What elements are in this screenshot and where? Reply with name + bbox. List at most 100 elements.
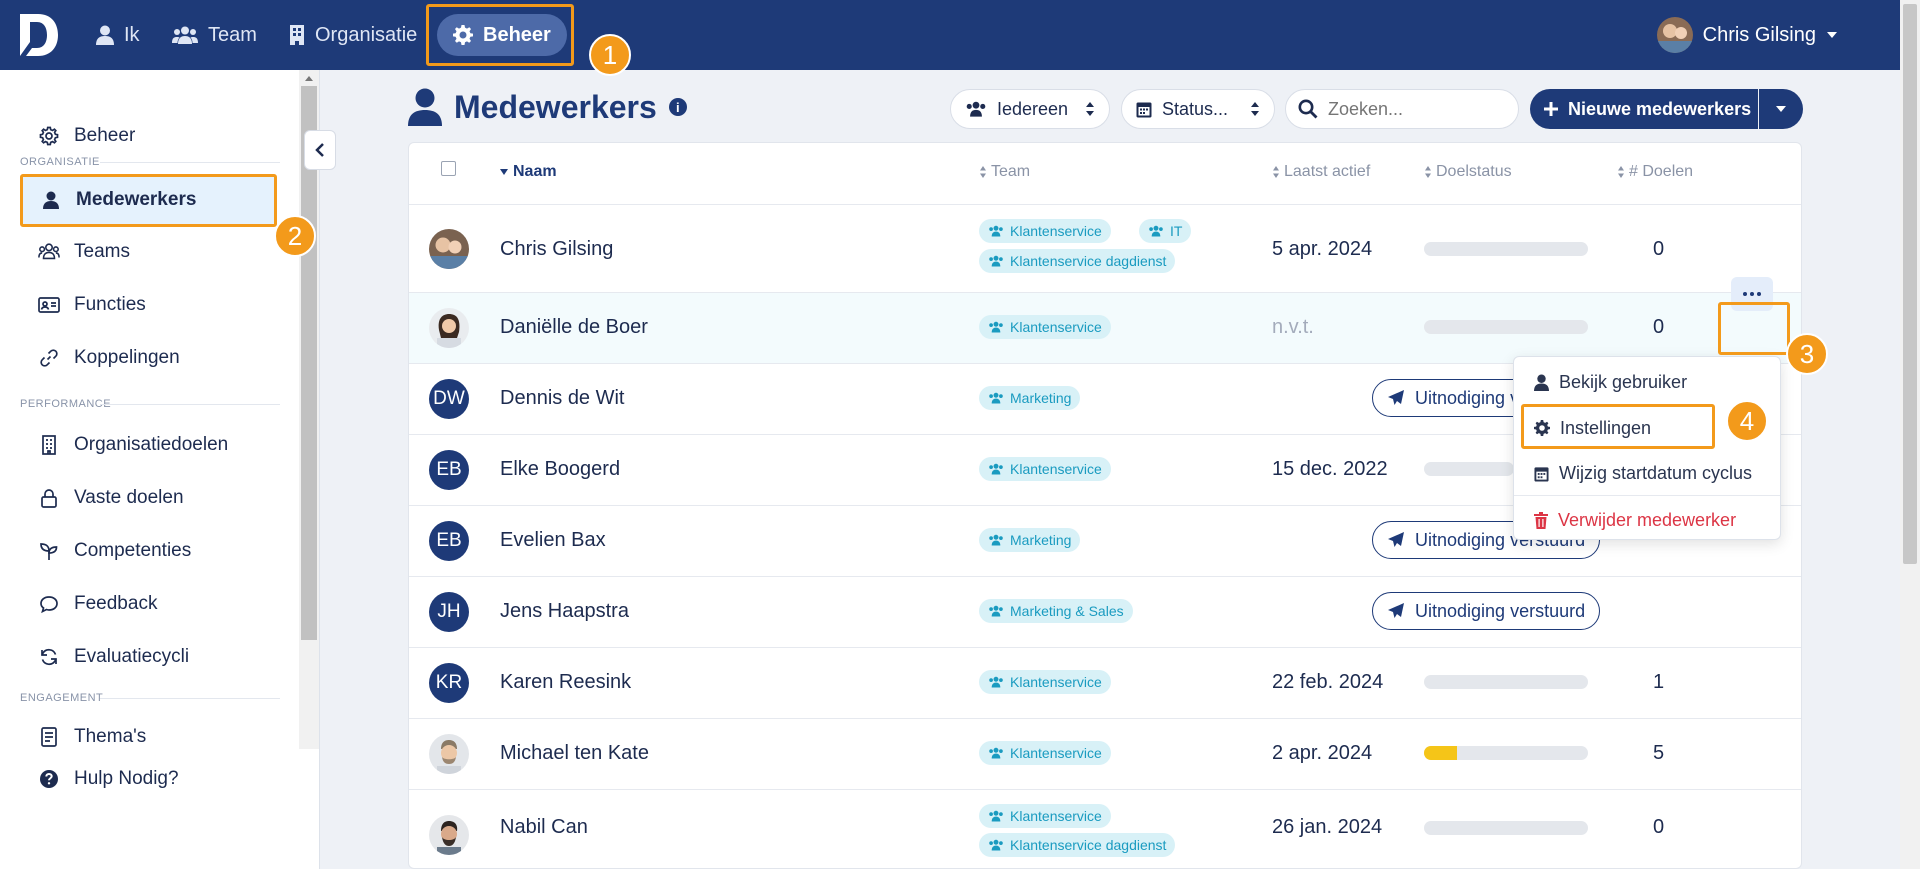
team-tag[interactable]: Klantenservice xyxy=(979,219,1111,243)
team-tag-label: Klantenservice dagdienst xyxy=(1010,253,1167,269)
avatar xyxy=(429,308,469,348)
help-link[interactable]: Hulp Nodig? xyxy=(38,759,179,799)
sidebar-item-evaluatiecycli[interactable]: Evaluatiecycli xyxy=(38,637,189,677)
column-header-team-label: Team xyxy=(991,163,1031,180)
nav-organisatie[interactable]: Organisatie xyxy=(277,14,429,56)
table-row[interactable]: JH Jens Haapstra Marketing & Sales Uitno… xyxy=(409,577,1801,648)
invitation-sent-button[interactable]: Uitnodiging verstuurd xyxy=(1372,592,1601,630)
goal-status-bar xyxy=(1424,242,1588,256)
employee-name[interactable]: Evelien Bax xyxy=(500,529,606,552)
menu-item-delete-employee[interactable]: Verwijder medewerker xyxy=(1534,505,1736,535)
user-name: Chris Gilsing xyxy=(1702,23,1816,46)
employee-name[interactable]: Michael ten Kate xyxy=(500,742,649,765)
employee-name[interactable]: Dennis de Wit xyxy=(500,387,625,410)
sidebar-item-competenties[interactable]: Competenties xyxy=(38,531,191,571)
table-row[interactable]: Michael ten Kate Klantenservice 2 apr. 2… xyxy=(409,719,1801,790)
sidebar-item-label: Competenties xyxy=(74,540,192,561)
step-badge-4: 4 xyxy=(1726,400,1768,442)
team-tag[interactable]: Klantenservice xyxy=(979,315,1111,339)
employee-name[interactable]: Nabil Can xyxy=(500,816,588,839)
search-box[interactable] xyxy=(1285,89,1519,129)
info-icon[interactable]: i xyxy=(668,98,687,116)
sidebar-item-label: Thema's xyxy=(74,726,147,747)
menu-item-label: Bekijk gebruiker xyxy=(1559,371,1688,392)
users-icon xyxy=(38,241,60,263)
app-logo[interactable] xyxy=(18,12,60,58)
nav-ik-label: Ik xyxy=(124,23,140,46)
sidebar-item-organisatiedoelen[interactable]: Organisatiedoelen xyxy=(38,425,228,465)
nav-ik[interactable]: Ik xyxy=(84,14,152,56)
sidebar-item-koppelingen[interactable]: Koppelingen xyxy=(38,338,180,378)
filter-status-select[interactable]: Status... xyxy=(1121,89,1275,129)
calendar-icon xyxy=(1534,466,1549,481)
employee-name[interactable]: Daniëlle de Boer xyxy=(500,316,648,339)
avatar: DW xyxy=(429,379,469,419)
seedling-icon xyxy=(38,540,60,562)
users-icon xyxy=(989,392,1003,404)
employee-name[interactable]: Jens Haapstra xyxy=(500,600,629,623)
column-header-goals[interactable]: # Doelen xyxy=(1617,163,1693,181)
paper-plane-icon xyxy=(1388,390,1404,405)
team-tag[interactable]: Klantenservice xyxy=(979,670,1111,694)
sidebar-scrollbar[interactable] xyxy=(299,70,319,749)
sidebar-item-themas[interactable]: Thema's xyxy=(38,717,146,757)
sidebar-item-beheer[interactable]: Beheer xyxy=(38,116,135,156)
scroll-up-arrow[interactable] xyxy=(305,76,313,81)
filter-status-label: Status... xyxy=(1162,98,1229,119)
new-employees-label: Nieuwe medewerkers xyxy=(1568,98,1752,119)
team-tag-label: Klantenservice xyxy=(1010,674,1102,690)
search-input[interactable] xyxy=(1328,98,1498,120)
employee-name[interactable]: Karen Reesink xyxy=(500,671,631,694)
new-employees-button[interactable]: Nieuwe medewerkers xyxy=(1530,89,1758,129)
column-header-last-active[interactable]: Laatst actief xyxy=(1272,163,1370,181)
table-row[interactable]: Chris Gilsing Klantenservice IT Klantens… xyxy=(409,205,1801,293)
team-tag[interactable]: Klantenservice xyxy=(979,741,1111,765)
sidebar-item-label: Vaste doelen xyxy=(74,487,184,508)
dot xyxy=(1757,292,1761,296)
sidebar-item-label: Functies xyxy=(74,294,146,315)
column-header-goals-label: # Doelen xyxy=(1629,163,1694,180)
avatar: EB xyxy=(429,450,469,490)
sort-desc-icon xyxy=(500,169,508,175)
paper-plane-icon xyxy=(1388,532,1404,547)
table-row[interactable]: KR Karen Reesink Klantenservice 22 feb. … xyxy=(409,648,1801,719)
table-row[interactable]: Daniëlle de Boer Klantenservice n.v.t. 0 xyxy=(409,293,1801,364)
new-employees-dropdown-toggle[interactable] xyxy=(1759,89,1803,129)
team-tag-label: Marketing & Sales xyxy=(1010,603,1124,619)
table-row[interactable]: Nabil Can Klantenservice Klantenservice … xyxy=(409,790,1801,868)
employee-name[interactable]: Chris Gilsing xyxy=(500,238,613,261)
column-header-name[interactable]: Naam xyxy=(499,163,557,181)
menu-item-change-cycle-start[interactable]: Wijzig startdatum cyclus xyxy=(1534,458,1752,488)
team-tag[interactable]: Klantenservice xyxy=(979,804,1111,828)
employee-name[interactable]: Elke Boogerd xyxy=(500,458,620,481)
sidebar-item-label: Feedback xyxy=(74,593,158,614)
team-tag[interactable]: IT xyxy=(1139,219,1192,243)
column-header-goal-status[interactable]: Doelstatus xyxy=(1424,163,1512,181)
step-badge-1: 1 xyxy=(589,34,631,76)
user-menu[interactable]: Chris Gilsing xyxy=(1656,14,1838,56)
page-scrollbar[interactable] xyxy=(1900,0,1920,869)
page-scrollbar-thumb[interactable] xyxy=(1903,4,1917,564)
team-tag[interactable]: Klantenservice dagdienst xyxy=(979,833,1176,857)
sidebar-item-vaste-doelen[interactable]: Vaste doelen xyxy=(38,478,184,518)
collapse-sidebar-button[interactable] xyxy=(304,130,336,170)
nav-team[interactable]: Team xyxy=(160,14,269,56)
help-label: Hulp Nodig? xyxy=(74,768,179,789)
team-tag[interactable]: Klantenservice dagdienst xyxy=(979,249,1176,273)
select-all-checkbox[interactable] xyxy=(441,161,456,176)
lock-icon xyxy=(38,487,60,509)
team-tag-label: Marketing xyxy=(1010,390,1072,406)
team-tag[interactable]: Marketing xyxy=(979,528,1081,552)
users-icon xyxy=(989,255,1003,267)
team-tag[interactable]: Marketing & Sales xyxy=(979,599,1133,623)
sidebar-item-teams[interactable]: Teams xyxy=(38,232,130,272)
column-header-team[interactable]: Team xyxy=(979,163,1030,181)
menu-item-view-user[interactable]: Bekijk gebruiker xyxy=(1534,367,1687,397)
sidebar-item-feedback[interactable]: Feedback xyxy=(38,584,157,624)
sort-arrows-icon xyxy=(1086,102,1094,116)
team-tag[interactable]: Marketing xyxy=(979,386,1081,410)
team-tag[interactable]: Klantenservice xyxy=(979,457,1111,481)
sidebar-item-functies[interactable]: Functies xyxy=(38,285,146,325)
section-divider xyxy=(100,162,280,163)
filter-everyone-select[interactable]: Iedereen xyxy=(950,89,1110,129)
